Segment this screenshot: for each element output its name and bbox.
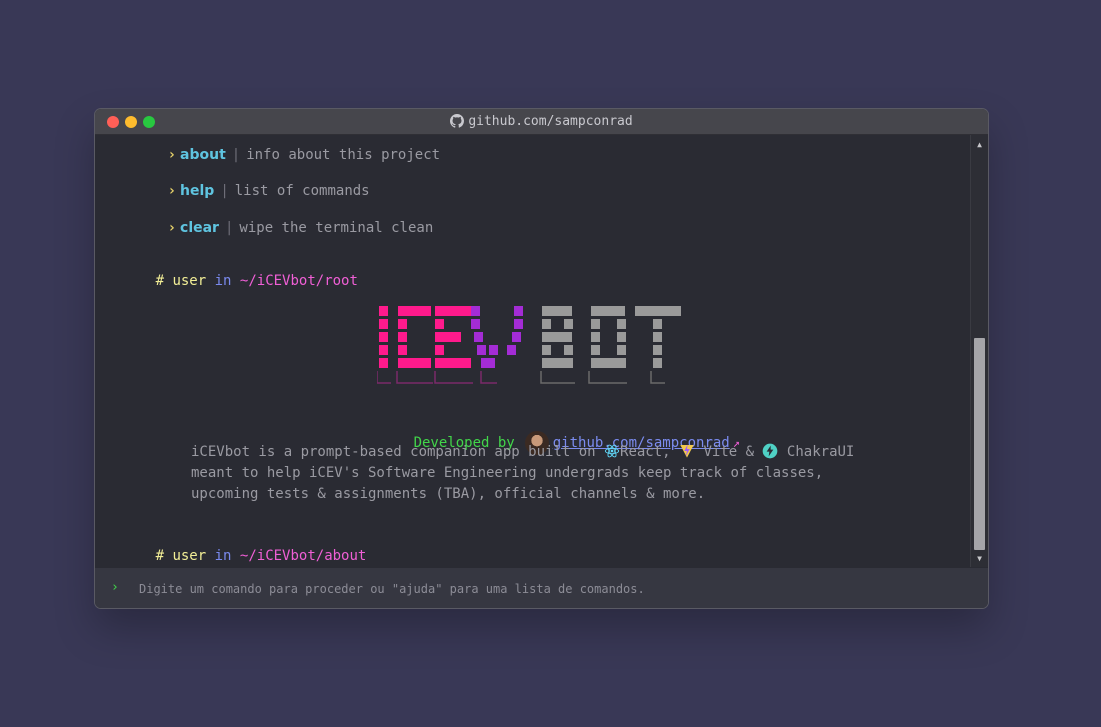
icev-bot-ascii-banner (377, 306, 681, 384)
developer-line: Developed by github.com/sampconrad ↗ (363, 407, 740, 455)
prompt-user: user (172, 548, 207, 564)
vite-icon (680, 444, 694, 458)
scroll-down-arrow-icon[interactable]: ▼ (971, 552, 988, 566)
scroll-up-arrow-icon[interactable]: ▲ (971, 138, 988, 152)
prompt-hash: # (155, 273, 165, 289)
github-icon (450, 114, 465, 128)
description-line-3: upcoming tests & assignments (TBA), offi… (191, 486, 706, 502)
prompt-user: user (172, 273, 207, 289)
chevron-right-icon: › (167, 183, 177, 199)
separator: | (220, 183, 229, 199)
chevron-right-icon: › (111, 580, 119, 595)
window-title: github.com/sampconrad (95, 109, 988, 134)
command-row-about: › about | info about this project (117, 135, 441, 163)
command-input[interactable] (137, 578, 961, 600)
command-row-clear: › clear | wipe the terminal clean (117, 198, 434, 236)
description-line-2: meant to help iCEV's Software Engineerin… (191, 465, 824, 481)
vite-label: Vite & (703, 444, 755, 460)
scrollbar-thumb[interactable] (974, 338, 985, 550)
command-row-help: › help | list of commands (117, 161, 370, 199)
title-bar: github.com/sampconrad (95, 109, 988, 135)
terminal-output: › about | info about this project › help | lis… (95, 135, 971, 567)
prompt-path: ~/iCEVbot/root (239, 273, 358, 289)
chakra-label: ChakraUI (786, 444, 855, 460)
chevron-right-icon: › (167, 220, 177, 236)
command-input-bar: › (95, 568, 988, 608)
terminal-window: github.com/sampconrad › about | info about … (95, 109, 988, 608)
prompt-in: in (214, 548, 232, 564)
react-icon (604, 444, 620, 458)
command-name: help (180, 183, 215, 199)
command-name: clear (180, 220, 219, 236)
vertical-scrollbar[interactable]: ▲ ▼ (970, 135, 988, 567)
separator: | (224, 220, 234, 236)
command-description: wipe the terminal clean (239, 220, 434, 236)
prompt-line-about: # user in ~/iCEVbot/about (105, 526, 367, 564)
window-title-text: github.com/sampconrad (468, 114, 633, 129)
app-description: iCEVbot is a prompt-based companion app … (191, 442, 891, 505)
description-line-1: iCEVbot is a prompt-based companion app … (191, 442, 891, 463)
description-text: iCEVbot is a prompt-based companion app … (191, 444, 596, 460)
prompt-path: ~/iCEVbot/about (239, 548, 367, 564)
command-description: list of commands (234, 183, 370, 199)
react-label: React, (620, 444, 671, 460)
prompt-hash: # (155, 548, 165, 564)
prompt-in: in (214, 273, 232, 289)
chakra-icon (763, 443, 778, 459)
prompt-line-root: # user in ~/iCEVbot/root (105, 251, 358, 289)
